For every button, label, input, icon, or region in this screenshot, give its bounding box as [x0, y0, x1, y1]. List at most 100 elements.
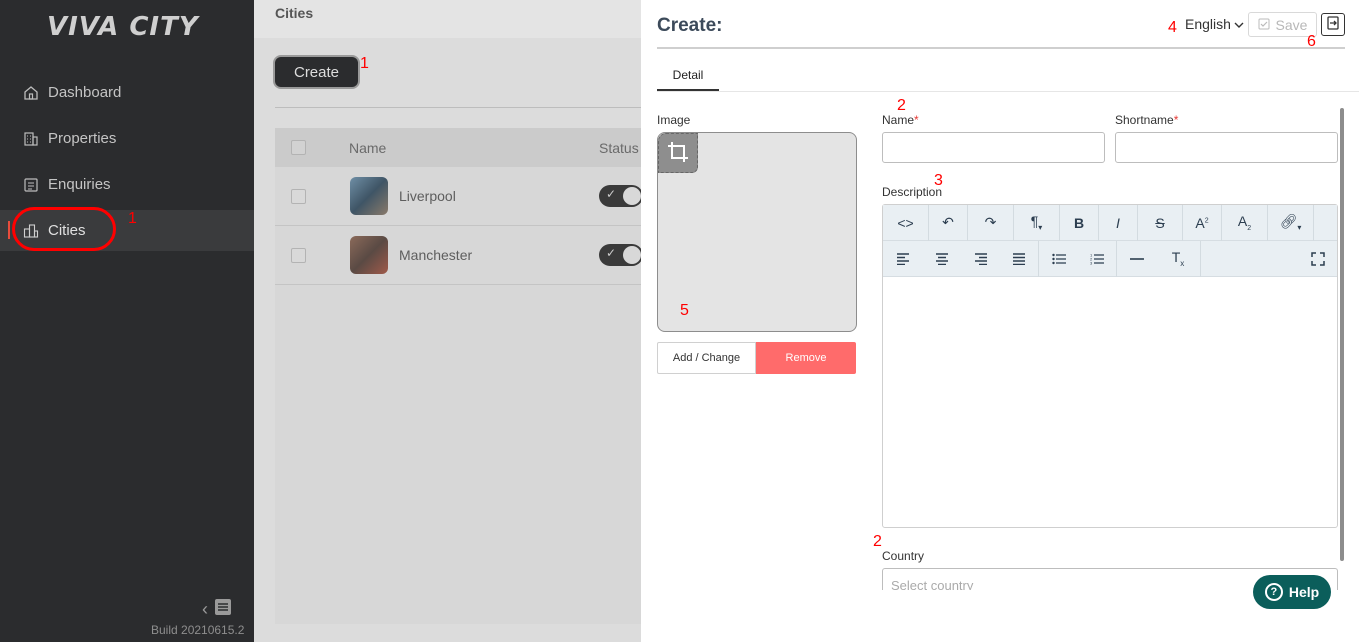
help-label: Help [1288, 584, 1320, 600]
bold-icon: B [1073, 214, 1085, 231]
bulleted-list-icon [1051, 253, 1066, 264]
redo-icon: ↷ [984, 214, 997, 230]
question-icon: ? [1264, 583, 1283, 601]
create-panel: Create: 4 English Save 6 Detail Image 5 … [641, 0, 1359, 642]
row-checkbox[interactable] [291, 189, 306, 204]
sidebar: VIVA CITY Dashboard Properties Enquiries… [0, 0, 254, 642]
image-label: Image [657, 113, 691, 127]
code-view-button[interactable]: <> [883, 204, 929, 241]
city-thumbnail [350, 177, 388, 215]
name-label: Name* [882, 113, 919, 127]
chevron-left-icon: ‹ [202, 599, 208, 619]
page-header: Cities [254, 0, 641, 38]
align-left-icon [896, 252, 909, 265]
cities-table: Name Status Liverpool ✓ Manchester ✓ [275, 128, 643, 624]
fullscreen-button[interactable] [1298, 241, 1337, 277]
check-icon: ✓ [606, 187, 617, 201]
align-justify-button[interactable] [1000, 240, 1039, 277]
close-panel-button[interactable] [1321, 13, 1345, 36]
name-label-text: Name [882, 113, 915, 127]
city-name: Liverpool [399, 188, 456, 204]
italic-icon: I [1116, 214, 1120, 231]
collapse-sidebar-control[interactable]: ‹ [202, 598, 232, 621]
editor-toolbar-row-1: <> ↶ ↷ ¶▾ B I S A2 A2 🔗︎▾ [883, 204, 1337, 241]
shortname-label: Shortname* [1115, 113, 1178, 127]
horizontal-line-icon [1129, 257, 1144, 260]
building-icon [22, 130, 40, 148]
chevron-down-icon [1234, 16, 1244, 32]
tab-detail[interactable]: Detail [657, 60, 719, 91]
description-editor[interactable]: <> ↶ ↷ ¶▾ B I S A2 A2 🔗︎▾ 1 2 3 Tx [882, 204, 1338, 528]
column-header-status[interactable]: Status [599, 140, 639, 156]
city-thumbnail [350, 236, 388, 274]
create-button[interactable]: Create [275, 57, 358, 87]
menu-icon [214, 598, 232, 621]
subscript-button[interactable]: A2 [1222, 204, 1268, 241]
table-row[interactable]: Manchester ✓ [275, 226, 643, 285]
paragraph-format-button[interactable]: ¶▾ [1014, 204, 1060, 241]
row-checkbox[interactable] [291, 248, 306, 263]
undo-button[interactable]: ↶ [929, 204, 968, 241]
add-change-image-button[interactable]: Add / Change [657, 342, 756, 374]
panel-scrollbar[interactable] [1340, 108, 1344, 561]
help-button[interactable]: ? Help [1253, 575, 1331, 609]
language-value: English [1185, 16, 1231, 32]
annotation-highlight-circle [12, 207, 116, 251]
country-label: Country [882, 549, 925, 563]
italic-button[interactable]: I [1099, 204, 1138, 241]
divider [275, 107, 641, 108]
city-name: Manchester [399, 247, 473, 263]
table-header: Name Status [275, 128, 641, 167]
bold-button[interactable]: B [1060, 204, 1099, 241]
horizontal-line-button[interactable] [1117, 241, 1156, 277]
shortname-input[interactable] [1115, 132, 1338, 163]
status-toggle[interactable]: ✓ [599, 244, 643, 266]
image-preview[interactable]: 5 [657, 132, 857, 332]
align-center-button[interactable] [922, 241, 961, 277]
sidebar-item-label: Properties [48, 130, 117, 147]
bulleted-list-button[interactable] [1039, 241, 1078, 277]
superscript-icon: A2 [1195, 214, 1209, 231]
svg-text:3: 3 [1090, 260, 1093, 265]
code-icon: <> [897, 214, 914, 231]
paragraph-icon: ¶▾ [1030, 213, 1043, 232]
superscript-button[interactable]: A2 [1183, 204, 1222, 241]
app-logo: VIVA CITY [47, 12, 199, 42]
align-right-icon [974, 252, 987, 265]
status-toggle[interactable]: ✓ [599, 185, 643, 207]
sidebar-item-enquiries[interactable]: Enquiries [0, 164, 254, 205]
align-right-button[interactable] [961, 241, 1000, 277]
column-header-name[interactable]: Name [349, 140, 386, 156]
required-marker: * [914, 113, 919, 127]
annotation-number: 2 [873, 533, 882, 550]
align-left-button[interactable] [883, 241, 922, 277]
link-icon: 🔗︎▾ [1279, 213, 1302, 232]
description-label: Description [882, 185, 943, 199]
tab-divider [657, 91, 1359, 92]
select-all-checkbox[interactable] [291, 140, 306, 155]
save-check-icon [1258, 17, 1270, 33]
redo-button[interactable]: ↷ [968, 204, 1014, 241]
strikethrough-button[interactable]: S [1138, 204, 1183, 241]
check-icon: ✓ [606, 246, 617, 260]
language-select[interactable]: English [1185, 16, 1244, 32]
subscript-icon: A2 [1237, 213, 1252, 232]
link-button[interactable]: 🔗︎▾ [1268, 204, 1314, 241]
save-label: Save [1275, 16, 1308, 33]
clear-formatting-icon: Tx [1171, 249, 1185, 268]
table-row[interactable]: Liverpool ✓ [275, 167, 643, 226]
sidebar-item-label: Enquiries [48, 176, 111, 193]
numbered-list-button[interactable]: 123 [1078, 240, 1117, 277]
remove-image-button[interactable]: Remove [756, 342, 856, 374]
sidebar-item-dashboard[interactable]: Dashboard [0, 72, 254, 113]
main-content: Cities Create 1 Name Status Liverpool ✓ … [254, 0, 643, 642]
divider [657, 47, 1345, 49]
annotation-number: 5 [680, 302, 689, 319]
sidebar-item-properties[interactable]: Properties [0, 118, 254, 159]
clear-formatting-button[interactable]: Tx [1156, 240, 1201, 277]
crop-button[interactable] [658, 133, 698, 173]
name-input[interactable] [882, 132, 1105, 163]
strikethrough-icon: S [1155, 214, 1165, 231]
align-center-icon [935, 252, 948, 265]
required-marker: * [1173, 113, 1179, 127]
